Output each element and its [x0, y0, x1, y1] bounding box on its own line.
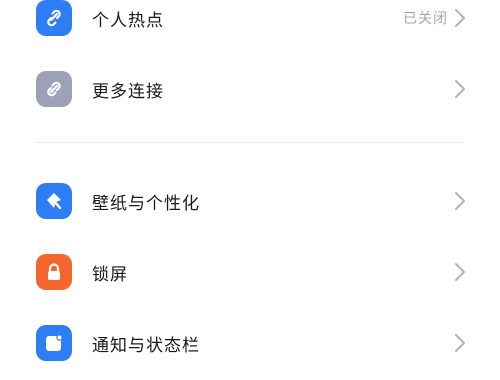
section-divider: [34, 142, 464, 143]
lock-icon: [36, 254, 72, 290]
chevron-right-icon: [455, 80, 465, 98]
settings-item-label: 锁屏: [92, 264, 128, 285]
connection-link-icon: [36, 71, 72, 107]
settings-item-more-connections[interactable]: 更多连接: [0, 61, 500, 117]
settings-item-label: 更多连接: [92, 81, 164, 102]
brush-icon: [36, 183, 72, 219]
notification-icon: [36, 325, 72, 361]
chevron-right-icon: [455, 9, 465, 27]
settings-screen: 个人热点 已关闭 更多连接 壁纸与个性化 锁屏 通知与状态栏: [0, 0, 500, 380]
settings-item-label: 个人热点: [92, 10, 164, 31]
hotspot-status-value: 已关闭: [403, 11, 448, 27]
chevron-right-icon: [455, 192, 465, 210]
settings-item-personal-hotspot[interactable]: 个人热点 已关闭: [0, 0, 500, 46]
settings-item-lock-screen[interactable]: 锁屏: [0, 244, 500, 300]
settings-item-label: 壁纸与个性化: [92, 193, 200, 214]
settings-item-label: 通知与状态栏: [92, 335, 200, 356]
chevron-right-icon: [455, 263, 465, 281]
settings-item-notifications-status-bar[interactable]: 通知与状态栏: [0, 315, 500, 371]
settings-item-wallpaper-personalization[interactable]: 壁纸与个性化: [0, 173, 500, 229]
chevron-right-icon: [455, 334, 465, 352]
hotspot-link-icon: [36, 0, 72, 36]
